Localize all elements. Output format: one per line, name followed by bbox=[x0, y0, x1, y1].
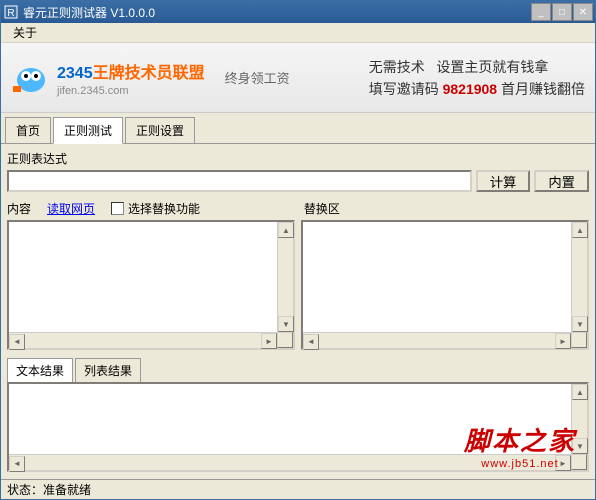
banner-l2a: 填写邀请码 bbox=[369, 81, 439, 97]
replace-checkbox[interactable] bbox=[111, 202, 124, 215]
banner-left: 2345王牌技术员联盟 jifen.2345.com bbox=[11, 58, 205, 98]
scrollbar-h-3[interactable]: ◄ ► bbox=[9, 454, 571, 470]
scroll-corner-2 bbox=[571, 332, 587, 348]
scroll-up-icon-3[interactable]: ▲ bbox=[572, 384, 588, 400]
scroll-up-icon-2[interactable]: ▲ bbox=[572, 222, 588, 238]
invite-code: 9821908 bbox=[443, 81, 498, 97]
main-tabs: 首页 正则测试 正则设置 bbox=[1, 113, 595, 144]
tab-regex-test[interactable]: 正则测试 bbox=[53, 117, 123, 144]
menu-about[interactable]: 关于 bbox=[7, 22, 43, 43]
scroll-left-icon-2[interactable]: ◄ bbox=[303, 334, 319, 350]
expression-row: 计算 内置 bbox=[7, 170, 589, 192]
scroll-down-icon-3[interactable]: ▼ bbox=[572, 438, 588, 454]
logo-url: jifen.2345.com bbox=[57, 85, 205, 97]
scroll-down-icon-2[interactable]: ▼ bbox=[572, 316, 588, 332]
minimize-button[interactable]: _ bbox=[531, 3, 551, 21]
result-tabs: 文本结果 列表结果 bbox=[7, 358, 589, 383]
content-col: ▲ ▼ ◄ ► bbox=[7, 220, 295, 350]
statusbar: 状态： 准备就绪 bbox=[1, 479, 595, 499]
expression-label: 正则表达式 bbox=[7, 150, 589, 167]
replace-checkbox-wrap[interactable]: 选择替换功能 bbox=[111, 200, 200, 217]
expression-input[interactable] bbox=[7, 170, 472, 192]
mascot-icon bbox=[11, 58, 51, 98]
status-label: 状态： bbox=[7, 481, 43, 498]
window-title: 睿元正则测试器 V1.0.0.0 bbox=[23, 4, 531, 21]
content-textarea[interactable]: ▲ ▼ ◄ ► bbox=[7, 220, 295, 350]
tab-content: 正则表达式 计算 内置 内容 读取网页 选择替换功能 替换区 ▲ ▼ bbox=[1, 143, 595, 479]
logo-main: 2345王牌技术员联盟 bbox=[57, 59, 205, 83]
calc-button[interactable]: 计算 bbox=[476, 170, 531, 192]
scroll-down-icon[interactable]: ▼ bbox=[278, 316, 294, 332]
banner-line1: 无需技术 设置主页就有钱拿 bbox=[369, 56, 585, 78]
replace-textarea[interactable]: ▲ ▼ ◄ ► bbox=[301, 220, 589, 350]
ad-banner: 2345王牌技术员联盟 jifen.2345.com 终身领工资 无需技术 设置… bbox=[1, 43, 595, 113]
banner-l2b: 首月赚钱翻倍 bbox=[501, 81, 585, 97]
banner-logo: 2345王牌技术员联盟 jifen.2345.com bbox=[57, 59, 205, 97]
logo-text: 王牌技术员联盟 bbox=[93, 65, 205, 82]
scrollbar-v[interactable]: ▲ ▼ bbox=[277, 222, 293, 348]
app-window: R 睿元正则测试器 V1.0.0.0 _ □ ✕ 关于 2345王牌技术员联 bbox=[0, 0, 596, 500]
replace-col: ▲ ▼ ◄ ► bbox=[301, 220, 589, 350]
scroll-right-icon[interactable]: ► bbox=[261, 333, 277, 349]
replace-area-label: 替换区 bbox=[304, 200, 589, 217]
banner-right: 无需技术 设置主页就有钱拿 填写邀请码 9821908 首月赚钱翻倍 bbox=[369, 56, 585, 100]
banner-l1a: 无需技术 bbox=[369, 59, 425, 75]
status-value: 准备就绪 bbox=[43, 481, 91, 498]
scroll-corner bbox=[277, 332, 293, 348]
logo-prefix: 2345 bbox=[57, 65, 93, 82]
content-label: 内容 bbox=[7, 200, 31, 217]
builtin-button[interactable]: 内置 bbox=[534, 170, 589, 192]
window-controls: _ □ ✕ bbox=[531, 3, 593, 21]
get-page-link[interactable]: 读取网页 bbox=[47, 200, 95, 217]
scroll-left-icon[interactable]: ◄ bbox=[9, 334, 25, 350]
banner-l1b: 设置主页就有钱拿 bbox=[436, 59, 548, 75]
textareas-row: ▲ ▼ ◄ ► ▲ ▼ ◄ bbox=[7, 220, 589, 350]
scroll-up-icon[interactable]: ▲ bbox=[278, 222, 294, 238]
titlebar[interactable]: R 睿元正则测试器 V1.0.0.0 _ □ ✕ bbox=[1, 1, 595, 23]
scroll-left-icon-3[interactable]: ◄ bbox=[9, 456, 25, 472]
scrollbar-h-2[interactable]: ◄ ► bbox=[303, 332, 571, 348]
tab-home[interactable]: 首页 bbox=[5, 117, 51, 144]
result-textarea[interactable]: ▲ ▼ ◄ ► bbox=[7, 382, 589, 472]
scrollbar-h[interactable]: ◄ ► bbox=[9, 332, 277, 348]
app-icon: R bbox=[3, 4, 19, 20]
svg-text:R: R bbox=[7, 8, 14, 19]
scroll-right-icon-2[interactable]: ► bbox=[555, 333, 571, 349]
menubar: 关于 bbox=[1, 23, 595, 43]
tab-regex-settings[interactable]: 正则设置 bbox=[125, 117, 195, 144]
tab-text-result[interactable]: 文本结果 bbox=[7, 358, 73, 383]
tab-list-result[interactable]: 列表结果 bbox=[75, 358, 141, 383]
replace-checkbox-label: 选择替换功能 bbox=[128, 200, 200, 217]
scroll-corner-3 bbox=[571, 454, 587, 470]
banner-line2: 填写邀请码 9821908 首月赚钱翻倍 bbox=[369, 78, 585, 100]
maximize-button[interactable]: □ bbox=[552, 3, 572, 21]
scroll-right-icon-3[interactable]: ► bbox=[555, 455, 571, 471]
banner-mid: 终身领工资 bbox=[225, 68, 290, 87]
options-row: 内容 读取网页 选择替换功能 替换区 bbox=[7, 200, 589, 217]
close-button[interactable]: ✕ bbox=[573, 3, 593, 21]
scrollbar-v-2[interactable]: ▲ ▼ bbox=[571, 222, 587, 348]
